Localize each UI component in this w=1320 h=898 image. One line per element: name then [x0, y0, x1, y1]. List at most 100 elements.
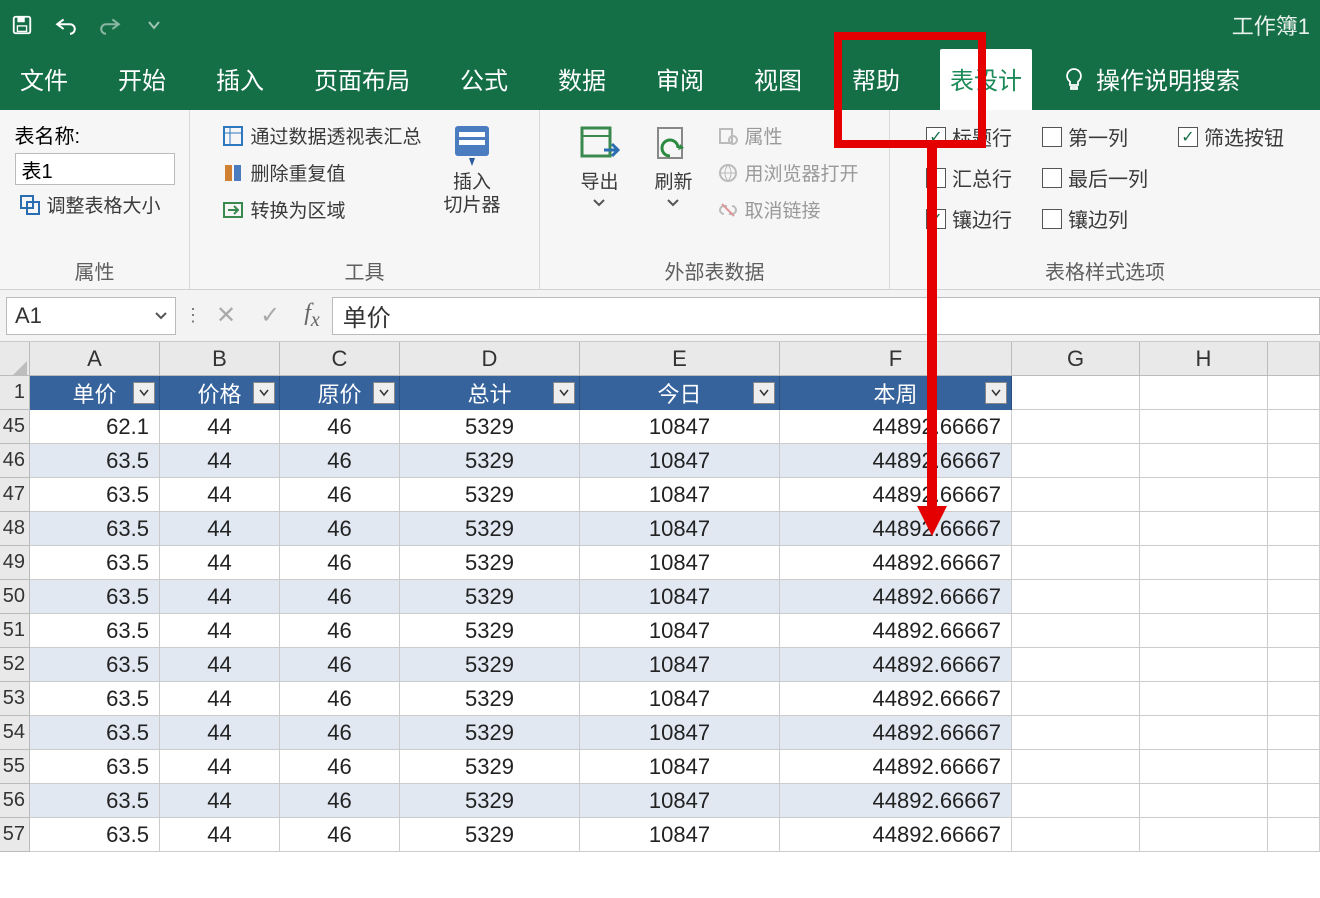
row-header[interactable]: 49: [0, 546, 30, 580]
tab-page-layout[interactable]: 页面布局: [304, 49, 420, 110]
cell[interactable]: [1140, 512, 1268, 546]
cell[interactable]: [1012, 478, 1140, 512]
cell[interactable]: 44892.66667: [780, 750, 1012, 784]
cell[interactable]: 44892.66667: [780, 410, 1012, 444]
cell[interactable]: 46: [280, 580, 400, 614]
cell[interactable]: 46: [280, 716, 400, 750]
filter-dropdown-icon[interactable]: [553, 382, 575, 404]
row-header[interactable]: 46: [0, 444, 30, 478]
cell[interactable]: 44892.66667: [780, 444, 1012, 478]
qat-customize-icon[interactable]: [142, 13, 166, 37]
save-icon[interactable]: [10, 13, 34, 37]
cell[interactable]: [1140, 750, 1268, 784]
remove-duplicates-button[interactable]: 删除重复值: [218, 157, 425, 188]
cell[interactable]: [1268, 376, 1320, 410]
table-header-D[interactable]: 总计: [400, 376, 580, 410]
cell[interactable]: 46: [280, 478, 400, 512]
select-all-corner[interactable]: [0, 342, 30, 376]
cell[interactable]: 63.5: [30, 682, 160, 716]
cell[interactable]: 10847: [580, 410, 780, 444]
cell[interactable]: 5329: [400, 546, 580, 580]
cell[interactable]: 63.5: [30, 478, 160, 512]
row-header[interactable]: 45: [0, 410, 30, 444]
filter-dropdown-icon[interactable]: [133, 382, 155, 404]
tab-file[interactable]: 文件: [10, 49, 78, 110]
accept-formula-icon[interactable]: ✓: [260, 301, 280, 330]
cell[interactable]: 5329: [400, 750, 580, 784]
tab-review[interactable]: 审阅: [646, 49, 714, 110]
cell[interactable]: 63.5: [30, 546, 160, 580]
cell[interactable]: 5329: [400, 478, 580, 512]
cell[interactable]: 44: [160, 682, 280, 716]
cell[interactable]: 46: [280, 512, 400, 546]
cell[interactable]: [1268, 716, 1320, 750]
col-header-D[interactable]: D: [400, 342, 580, 376]
cell[interactable]: 46: [280, 648, 400, 682]
cell[interactable]: 10847: [580, 580, 780, 614]
table-header-B[interactable]: 价格: [160, 376, 280, 410]
col-header-A[interactable]: A: [30, 342, 160, 376]
col-header-B[interactable]: B: [160, 342, 280, 376]
cell[interactable]: [1268, 512, 1320, 546]
tab-view[interactable]: 视图: [744, 49, 812, 110]
tab-home[interactable]: 开始: [108, 49, 176, 110]
cell[interactable]: 63.5: [30, 716, 160, 750]
cell[interactable]: 10847: [580, 546, 780, 580]
cell[interactable]: 44: [160, 512, 280, 546]
cell[interactable]: 44: [160, 478, 280, 512]
cell[interactable]: [1140, 682, 1268, 716]
cell[interactable]: 5329: [400, 580, 580, 614]
refresh-button[interactable]: 刷新: [640, 116, 706, 213]
check-last-col[interactable]: 最后一列: [1042, 161, 1148, 194]
cell[interactable]: [1012, 444, 1140, 478]
table-header-A[interactable]: 单价: [30, 376, 160, 410]
row-header[interactable]: 48: [0, 512, 30, 546]
cell[interactable]: 63.5: [30, 444, 160, 478]
cell[interactable]: 63.5: [30, 512, 160, 546]
cell[interactable]: 44: [160, 546, 280, 580]
cell[interactable]: [1140, 444, 1268, 478]
check-first-col[interactable]: 第一列: [1042, 120, 1148, 153]
row-header[interactable]: 50: [0, 580, 30, 614]
cell[interactable]: [1268, 784, 1320, 818]
check-header-row[interactable]: ✓标题行: [926, 120, 1012, 153]
cell[interactable]: [1268, 478, 1320, 512]
cell[interactable]: [1268, 648, 1320, 682]
cell[interactable]: 62.1: [30, 410, 160, 444]
cell[interactable]: 5329: [400, 614, 580, 648]
cell[interactable]: [1268, 614, 1320, 648]
cell[interactable]: [1140, 784, 1268, 818]
cell[interactable]: 10847: [580, 750, 780, 784]
col-header-C[interactable]: C: [280, 342, 400, 376]
col-header-H[interactable]: H: [1140, 342, 1268, 376]
formula-input[interactable]: 单价: [332, 297, 1320, 335]
spreadsheet-grid[interactable]: A B C D E F G H 1 单价 价格 原价 总计 今日 本周 4562…: [0, 342, 1320, 852]
cell[interactable]: 44892.66667: [780, 478, 1012, 512]
cell[interactable]: 44: [160, 750, 280, 784]
convert-range-button[interactable]: 转换为区域: [218, 194, 425, 225]
cell[interactable]: 10847: [580, 818, 780, 852]
row-header[interactable]: 51: [0, 614, 30, 648]
cell[interactable]: 5329: [400, 410, 580, 444]
cell[interactable]: [1140, 546, 1268, 580]
cell[interactable]: 46: [280, 784, 400, 818]
cell[interactable]: 44892.66667: [780, 716, 1012, 750]
cell[interactable]: 63.5: [30, 818, 160, 852]
tab-data[interactable]: 数据: [548, 49, 616, 110]
cell[interactable]: 44: [160, 580, 280, 614]
cell[interactable]: [1140, 716, 1268, 750]
cell[interactable]: [1140, 376, 1268, 410]
cell[interactable]: [1012, 682, 1140, 716]
row-header[interactable]: 57: [0, 818, 30, 852]
cell[interactable]: [1140, 818, 1268, 852]
tab-insert[interactable]: 插入: [206, 49, 274, 110]
cell[interactable]: [1268, 750, 1320, 784]
cell[interactable]: 44: [160, 444, 280, 478]
cell[interactable]: [1140, 614, 1268, 648]
filter-dropdown-icon[interactable]: [373, 382, 395, 404]
cell[interactable]: 5329: [400, 444, 580, 478]
cell[interactable]: 63.5: [30, 784, 160, 818]
cell[interactable]: [1268, 546, 1320, 580]
cell[interactable]: [1268, 444, 1320, 478]
col-header-E[interactable]: E: [580, 342, 780, 376]
